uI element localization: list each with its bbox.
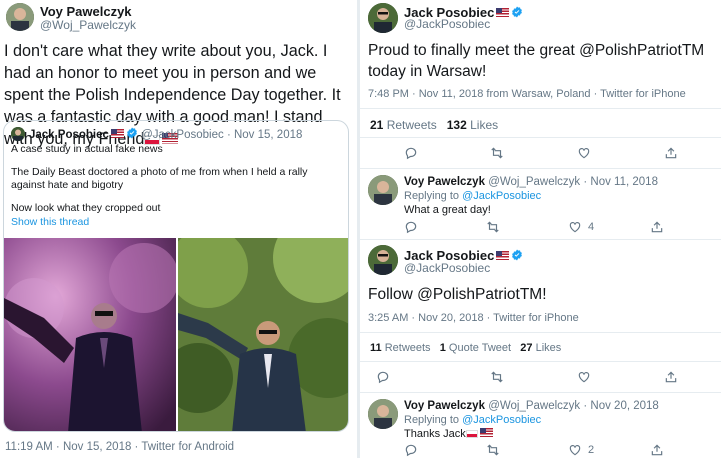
reply1-text: What a great day!: [404, 204, 491, 216]
quote-line: The Daily Beast doctored a photo of me f…: [11, 166, 308, 191]
share-icon[interactable]: [650, 220, 664, 234]
tweet2-text: Follow @PolishPatriotTM!: [368, 286, 547, 303]
retweet-icon[interactable]: [486, 220, 500, 234]
replying-to-link[interactable]: @JackPosobiec: [462, 190, 541, 202]
likes-count[interactable]: 27: [520, 342, 532, 354]
right-thread-panel: Jack Posobiec @JackPosobiec Proud to fin…: [360, 0, 721, 458]
quote-author-handle: @JackPosobiec: [141, 129, 224, 141]
quotes-count[interactable]: 1: [440, 342, 446, 354]
reply2-text-content: Thanks Jack: [404, 428, 466, 440]
verified-badge-icon: [512, 6, 523, 18]
reply-author-name[interactable]: Voy Pawelczyk: [404, 176, 485, 188]
quote-photo-left[interactable]: [4, 238, 179, 431]
share-icon[interactable]: [664, 370, 678, 384]
tweet1-stats: 21 Retweets 132 Likes: [370, 118, 498, 132]
like-icon[interactable]: 4: [568, 220, 594, 234]
tweet-timestamp[interactable]: 11:19 AM · Nov 15, 2018 · Twitter for An…: [5, 441, 234, 453]
separator: [360, 361, 721, 362]
likes-count[interactable]: 132: [447, 118, 467, 132]
separator: [360, 108, 721, 109]
like-count: 4: [588, 221, 595, 233]
usa-flag-icon: [496, 251, 510, 260]
author-handle[interactable]: @Woj_Pawelczyk: [40, 18, 136, 32]
reply-date[interactable]: · Nov 11, 2018: [583, 176, 658, 188]
reply-icon[interactable]: [376, 370, 390, 384]
poland-flag-icon: [465, 430, 478, 438]
quote-line: A case study in actual fake news: [11, 143, 163, 155]
reply2-text: Thanks Jack: [404, 428, 493, 440]
verified-badge-icon: [126, 127, 137, 139]
retweets-label[interactable]: Retweets: [387, 118, 437, 132]
retweet-icon[interactable]: [486, 443, 500, 457]
separator: [360, 137, 721, 138]
quote-tweet-card[interactable]: Jack Posobiec @JackPosobiec · Nov 15, 20…: [3, 120, 349, 432]
replying-to-link[interactable]: @JackPosobiec: [462, 414, 541, 426]
reply-icon[interactable]: [404, 220, 418, 234]
like-icon[interactable]: 2: [568, 443, 594, 457]
quote-date: · Nov 15, 2018: [226, 129, 303, 141]
like-icon[interactable]: [577, 370, 591, 384]
author-name[interactable]: Voy Pawelczyk: [40, 4, 132, 19]
reply-author-handle[interactable]: @Woj_Pawelczyk: [488, 176, 580, 188]
separator: [360, 332, 721, 333]
replying-prefix: Replying to: [404, 190, 460, 202]
separator: [360, 392, 721, 393]
reply-icon[interactable]: [404, 443, 418, 457]
separator: [360, 168, 721, 169]
like-count: 2: [588, 444, 595, 456]
author-handle[interactable]: @JackPosobiec: [404, 261, 490, 275]
author-avatar[interactable]: [368, 3, 398, 33]
likes-label[interactable]: Likes: [536, 342, 562, 354]
share-icon[interactable]: [650, 443, 664, 457]
quotes-label[interactable]: Quote Tweet: [449, 342, 511, 354]
verified-badge-icon: [512, 249, 523, 261]
retweet-icon[interactable]: [490, 146, 504, 160]
reply-author-name[interactable]: Voy Pawelczyk: [404, 400, 485, 412]
author-avatar[interactable]: [6, 3, 34, 31]
usa-flag-icon: [110, 129, 124, 138]
retweets-count[interactable]: 11: [370, 342, 382, 354]
quote-author-avatar: [11, 127, 25, 141]
tweet2-stats: 11 Retweets 1 Quote Tweet 27 Likes: [370, 342, 561, 354]
left-tweet-panel: Voy Pawelczyk @Woj_Pawelczyk I don't car…: [0, 0, 357, 458]
separator: [360, 239, 721, 240]
share-icon[interactable]: [664, 146, 678, 160]
author-handle[interactable]: @JackPosobiec: [404, 17, 490, 31]
quote-body: A case study in actual fake news The Dai…: [11, 143, 343, 229]
usa-flag-icon: [479, 428, 493, 437]
tweet2-timestamp[interactable]: 3:25 AM · Nov 20, 2018 · Twitter for iPh…: [368, 312, 579, 324]
reply-icon[interactable]: [404, 146, 418, 160]
tweet1-text: Proud to finally meet the great @PolishP…: [368, 42, 705, 80]
quote-header: Jack Posobiec @JackPosobiec · Nov 15, 20…: [29, 127, 302, 141]
replying-prefix: Replying to: [404, 414, 460, 426]
author-avatar[interactable]: [368, 245, 398, 275]
reply-author-handle[interactable]: @Woj_Pawelczyk: [488, 400, 580, 412]
reply-author-avatar[interactable]: [368, 175, 398, 205]
reply-author-avatar[interactable]: [368, 399, 398, 429]
reply-date[interactable]: · Nov 20, 2018: [583, 400, 658, 412]
quote-line: Now look what they cropped out: [11, 202, 161, 214]
retweets-label[interactable]: Retweets: [385, 342, 431, 354]
retweet-icon[interactable]: [490, 370, 504, 384]
replying-to: Replying to @JackPosobiec: [404, 414, 541, 426]
tweet1-timestamp[interactable]: 7:48 PM · Nov 11, 2018 from Warsaw, Pola…: [368, 88, 686, 100]
retweets-count[interactable]: 21: [370, 118, 383, 132]
likes-label[interactable]: Likes: [470, 118, 498, 132]
replying-to: Replying to @JackPosobiec: [404, 190, 541, 202]
usa-flag-icon: [496, 8, 510, 17]
show-thread-link[interactable]: Show this thread: [11, 216, 343, 229]
reply2-header: Voy Pawelczyk @Woj_Pawelczyk · Nov 20, 2…: [404, 400, 659, 412]
like-icon[interactable]: [577, 146, 591, 160]
quote-author-name: Jack Posobiec: [29, 129, 109, 141]
quote-photo-right[interactable]: [163, 213, 348, 431]
reply1-header: Voy Pawelczyk @Woj_Pawelczyk · Nov 11, 2…: [404, 176, 658, 188]
